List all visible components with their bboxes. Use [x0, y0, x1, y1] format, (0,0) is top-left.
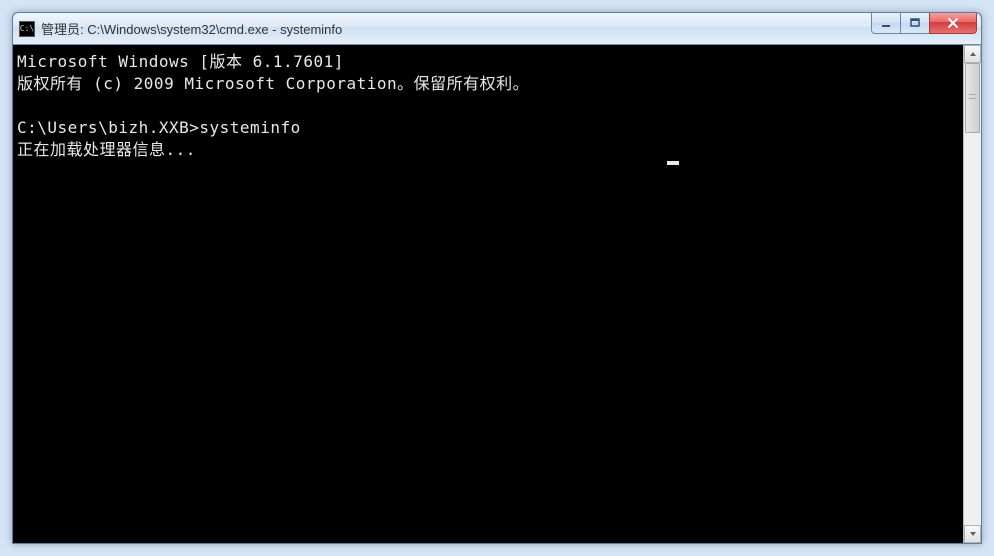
- status-line: 正在加载处理器信息...: [17, 140, 196, 159]
- window-title: 管理员: C:\Windows\system32\cmd.exe - syste…: [41, 19, 872, 38]
- maximize-icon: [909, 17, 921, 29]
- window-controls: [872, 13, 981, 44]
- prompt-line: C:\Users\bizh.XXB>systeminfo: [17, 118, 301, 137]
- terminal-output[interactable]: Microsoft Windows [版本 6.1.7601] 版权所有 (c)…: [13, 45, 963, 543]
- output-line: Microsoft Windows [版本 6.1.7601]: [17, 52, 344, 71]
- titlebar[interactable]: C:\ 管理员: C:\Windows\system32\cmd.exe - s…: [13, 13, 981, 45]
- minimize-icon: [880, 17, 892, 29]
- scroll-track[interactable]: [964, 63, 981, 525]
- vertical-scrollbar[interactable]: [963, 45, 981, 543]
- scroll-thumb[interactable]: [965, 63, 980, 133]
- minimize-button[interactable]: [871, 13, 901, 34]
- close-button[interactable]: [929, 13, 977, 34]
- close-icon: [946, 17, 960, 29]
- cmd-window: C:\ 管理员: C:\Windows\system32\cmd.exe - s…: [12, 12, 982, 544]
- cmd-icon: C:\: [19, 21, 35, 37]
- chevron-down-icon: [969, 531, 977, 537]
- cursor: [667, 161, 679, 165]
- output-line: 版权所有 (c) 2009 Microsoft Corporation。保留所有…: [17, 74, 529, 93]
- maximize-button[interactable]: [900, 13, 930, 34]
- terminal-area: Microsoft Windows [版本 6.1.7601] 版权所有 (c)…: [13, 45, 981, 543]
- scroll-up-button[interactable]: [964, 45, 981, 63]
- chevron-up-icon: [969, 51, 977, 57]
- scroll-down-button[interactable]: [964, 525, 981, 543]
